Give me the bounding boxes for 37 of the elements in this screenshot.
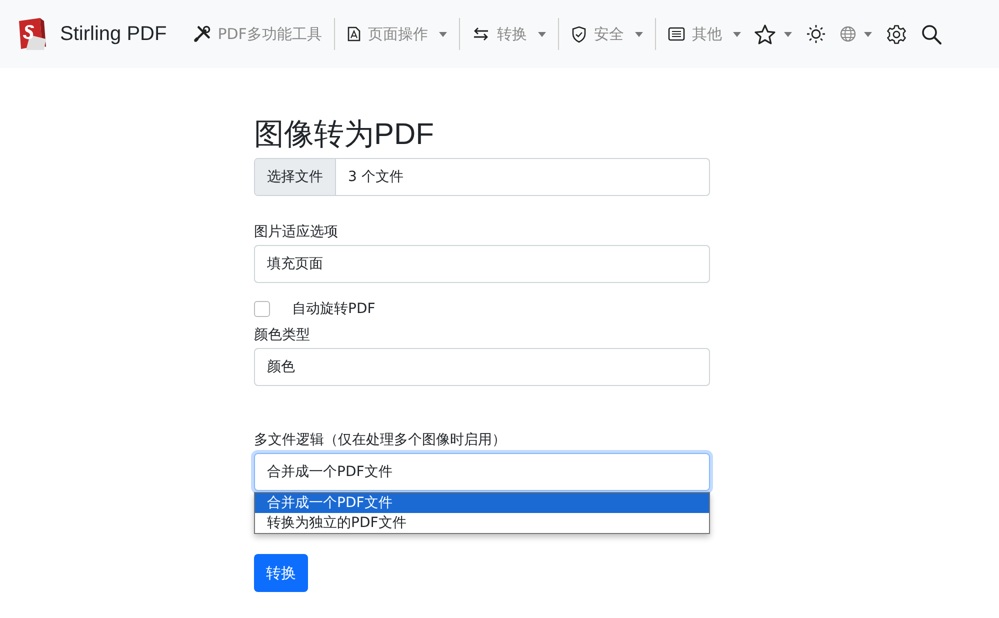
select-field[interactable]: 颜色 [254, 348, 710, 386]
field-label: 图片适应选项 [254, 223, 339, 242]
sun-icon [806, 24, 826, 44]
page-title: 图像转为PDF [254, 117, 435, 153]
settings-icon [886, 24, 907, 44]
logo-icon [16, 17, 48, 51]
swap-arrows-icon [472, 26, 490, 42]
nav-menu[interactable]: 其他 [662, 24, 747, 44]
nav-menu[interactable]: PDF多功能工具 [186, 18, 335, 50]
checkbox[interactable] [254, 301, 270, 317]
pdf-file-icon [346, 26, 361, 42]
dropdown-option[interactable]: 合并成一个PDF文件 [255, 493, 709, 513]
nav-menu[interactable]: 转换 [466, 18, 559, 50]
select-field[interactable]: 填充页面 [254, 245, 710, 283]
caret-icon [438, 32, 447, 36]
field-label: 颜色类型 [254, 326, 311, 345]
select-field[interactable]: 合并成一个PDF文件 [254, 453, 710, 491]
nav-menu[interactable]: 安全 [564, 18, 656, 50]
globe-icon [840, 26, 856, 42]
dropdown-option[interactable]: 转换为独立的PDF文件 [255, 513, 709, 533]
shield-check-icon [570, 26, 587, 42]
file-input[interactable]: 选择文件 3 个文件 [254, 158, 710, 196]
file-count: 3 个文件 [347, 168, 404, 187]
search-icon [920, 24, 942, 44]
caret-icon [864, 32, 872, 36]
star-icon [754, 24, 776, 44]
nav-menu[interactable]: 页面操作 [340, 18, 460, 50]
tools-icon [192, 25, 211, 43]
convert-button[interactable]: 转换 [254, 554, 308, 592]
caret-icon [732, 32, 741, 36]
caret-icon [538, 32, 546, 36]
brand-name[interactable]: Stirling PDF [60, 22, 167, 46]
field-label: 多文件逻辑（仅在处理多个图像时启用） [254, 431, 507, 450]
caret-icon [634, 32, 643, 36]
caret-icon [784, 32, 792, 36]
checkbox-label: 自动旋转PDF [292, 300, 376, 319]
list-icon [668, 27, 685, 41]
